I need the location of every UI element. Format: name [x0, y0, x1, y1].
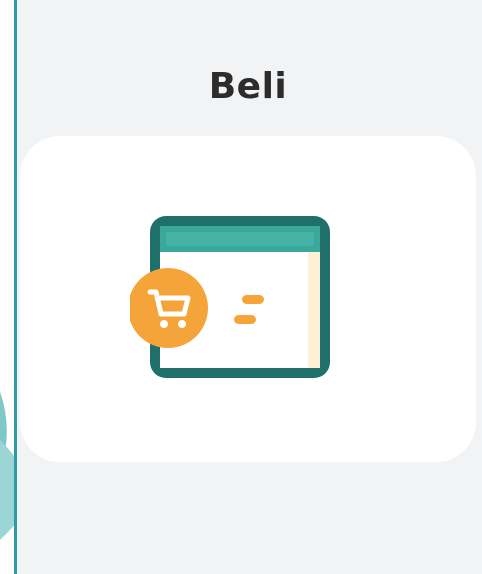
screen: Beli	[0, 0, 482, 574]
shopping-cart-browser-icon[interactable]	[130, 208, 338, 384]
page-title: Beli	[208, 66, 288, 107]
